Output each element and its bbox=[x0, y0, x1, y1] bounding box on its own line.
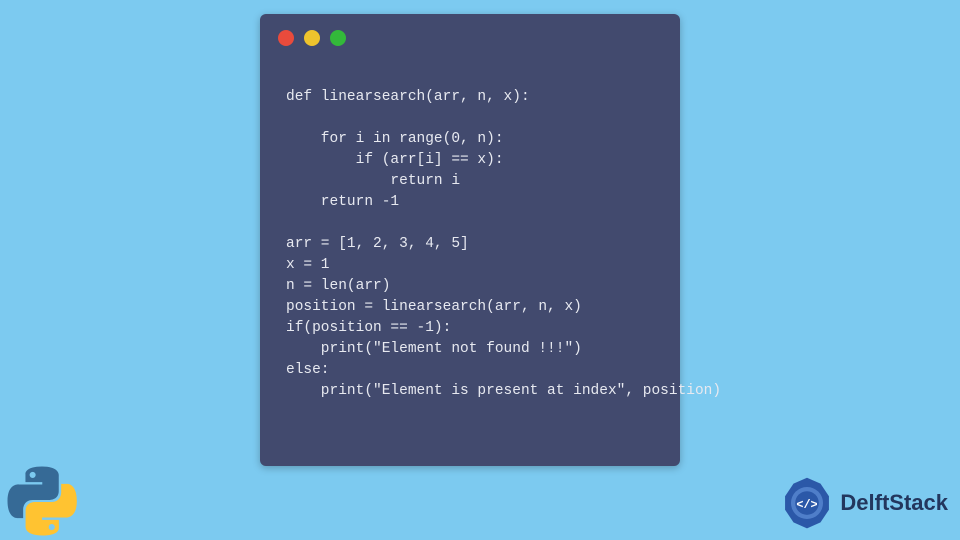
window-titlebar bbox=[278, 30, 346, 46]
delftstack-wordmark: DelftStack bbox=[840, 490, 948, 516]
delftstack-gear-icon: </> bbox=[780, 476, 834, 530]
svg-text:</>: </> bbox=[797, 498, 818, 512]
delftstack-brand: </> DelftStack bbox=[780, 476, 948, 530]
python-logo-icon bbox=[6, 465, 78, 537]
code-window: def linearsearch(arr, n, x): for i in ra… bbox=[260, 14, 680, 466]
close-icon bbox=[278, 30, 294, 46]
minimize-icon bbox=[304, 30, 320, 46]
maximize-icon bbox=[330, 30, 346, 46]
code-block: def linearsearch(arr, n, x): for i in ra… bbox=[286, 87, 668, 402]
